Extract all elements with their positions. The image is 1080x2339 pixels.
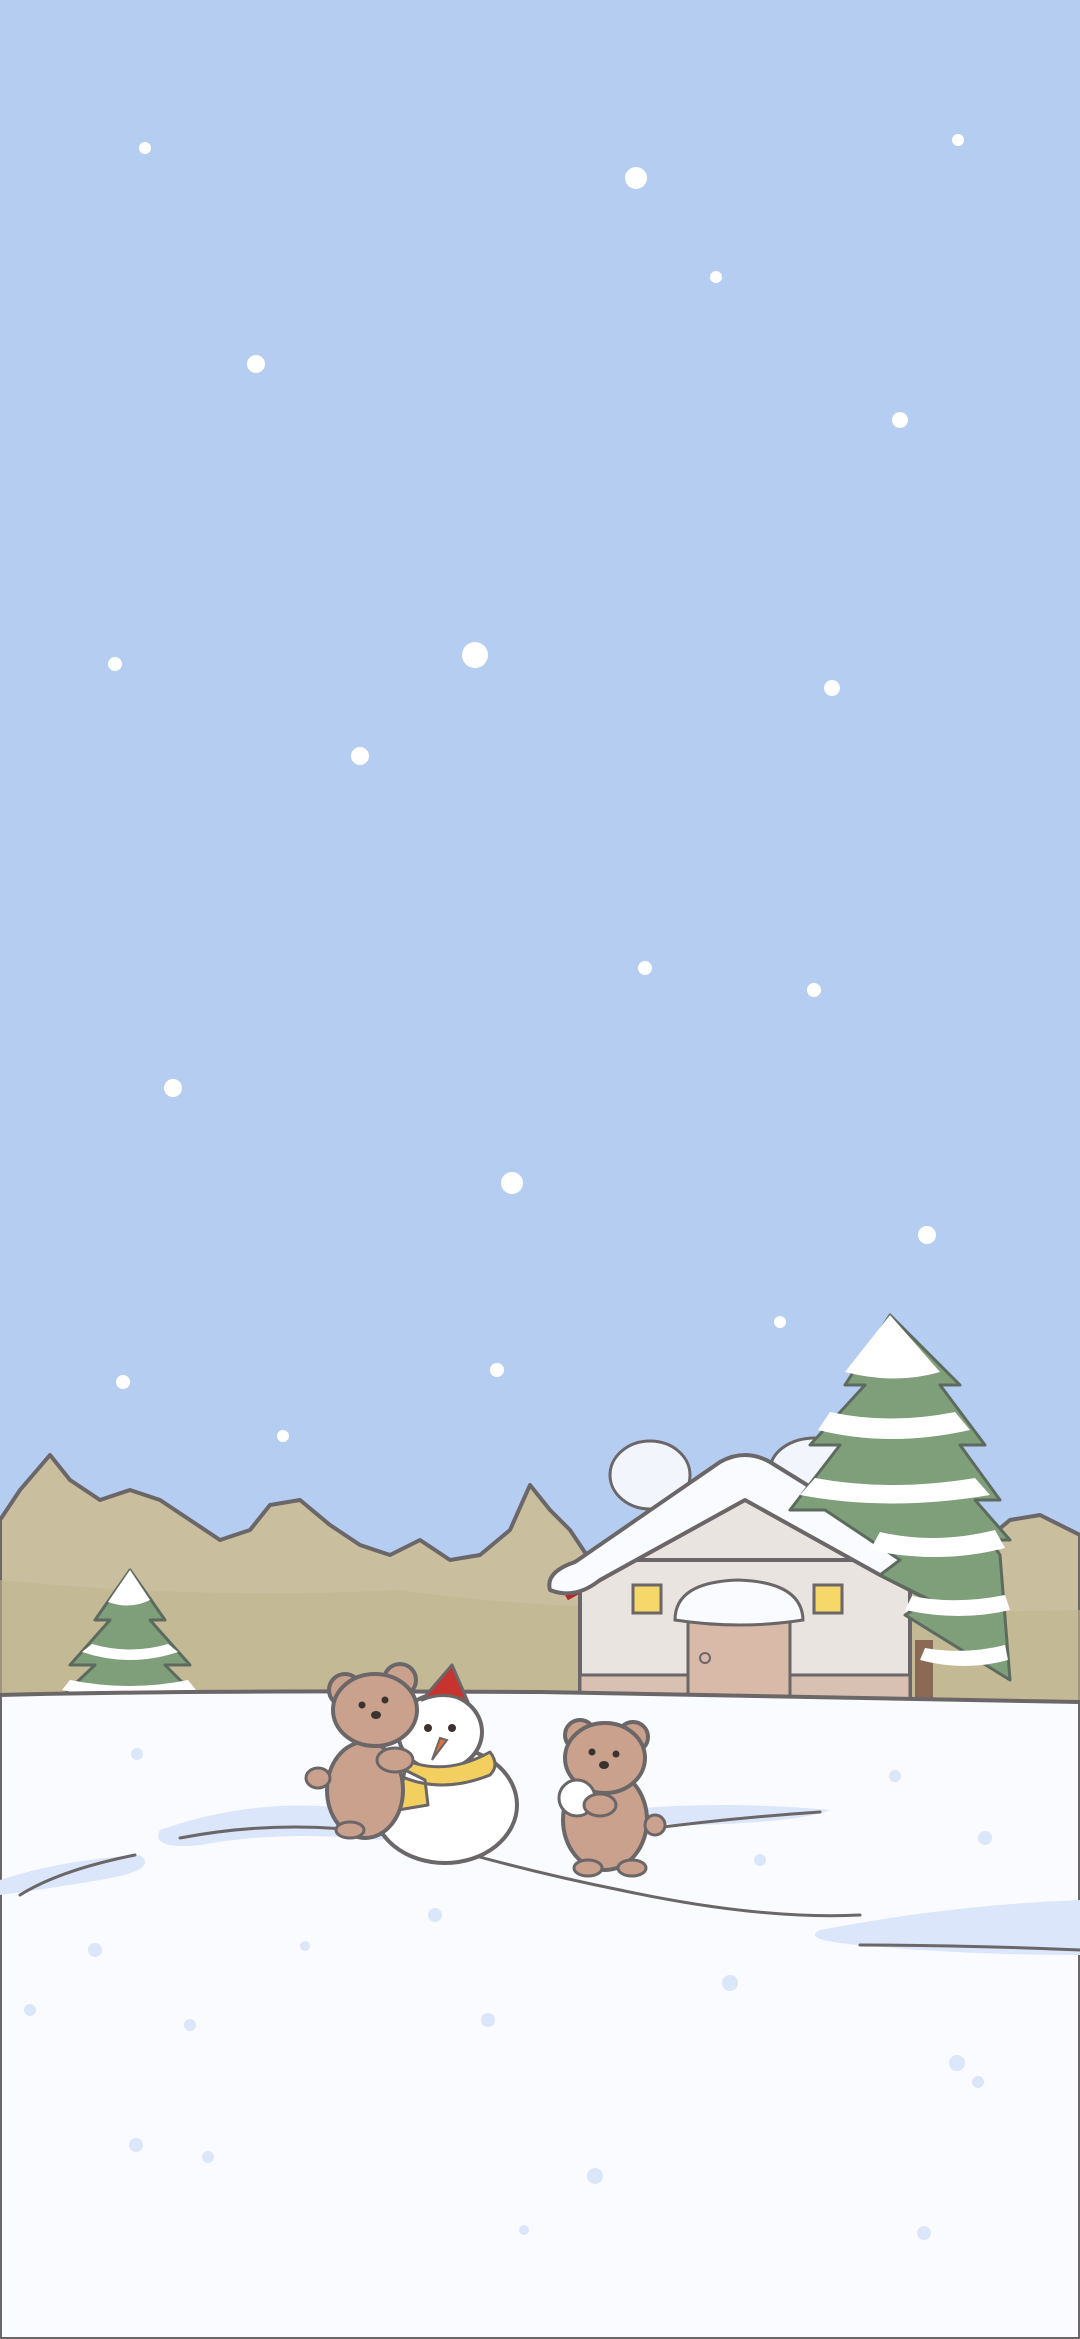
ground-snow-speck — [519, 2225, 529, 2235]
snowflake — [351, 747, 369, 765]
winter-scene-illustration — [0, 0, 1080, 2339]
snowflake — [139, 142, 151, 154]
ground-snow-speck — [587, 2168, 603, 2184]
snowflake — [116, 1375, 130, 1389]
ground-snow-speck — [754, 1854, 766, 1866]
snowflake — [774, 1316, 786, 1328]
snowflake — [638, 961, 652, 975]
snowflake — [952, 134, 964, 146]
ground-snow-speck — [722, 1975, 738, 1991]
ground-snow-speck — [129, 2138, 143, 2152]
snowflake — [807, 983, 821, 997]
snowflake — [625, 167, 647, 189]
snowflake — [164, 1079, 182, 1097]
snowflake — [710, 271, 722, 283]
snowflake — [108, 657, 122, 671]
ground-snow-speck — [24, 2004, 36, 2016]
snowflake — [247, 355, 265, 373]
snowflake — [490, 1363, 504, 1377]
ground-snow-speck — [889, 1770, 901, 1782]
ground-snow-speck — [131, 1748, 143, 1760]
house-window-right — [812, 1583, 844, 1615]
ground-snow-speck — [978, 1831, 992, 1845]
snowflake — [824, 680, 840, 696]
ground-snow-speck — [202, 2151, 214, 2163]
snowflake — [892, 412, 908, 428]
snowflake — [277, 1430, 289, 1442]
ground-snow-speck — [949, 2055, 965, 2071]
ground-snow-speck — [972, 2076, 984, 2088]
ground-snow-speck — [428, 1908, 442, 1922]
ground-snow-speck — [88, 1943, 102, 1957]
snowflake — [501, 1172, 523, 1194]
ground-snow-speck — [300, 1941, 310, 1951]
ground-snow-speck — [917, 2226, 931, 2240]
house-window-left — [631, 1583, 663, 1615]
snow-ground — [0, 1689, 1080, 2339]
ground-snow-speck — [184, 2019, 196, 2031]
snowflake — [462, 642, 488, 668]
snowflake — [918, 1226, 936, 1244]
ground-snow-speck — [481, 2013, 495, 2027]
